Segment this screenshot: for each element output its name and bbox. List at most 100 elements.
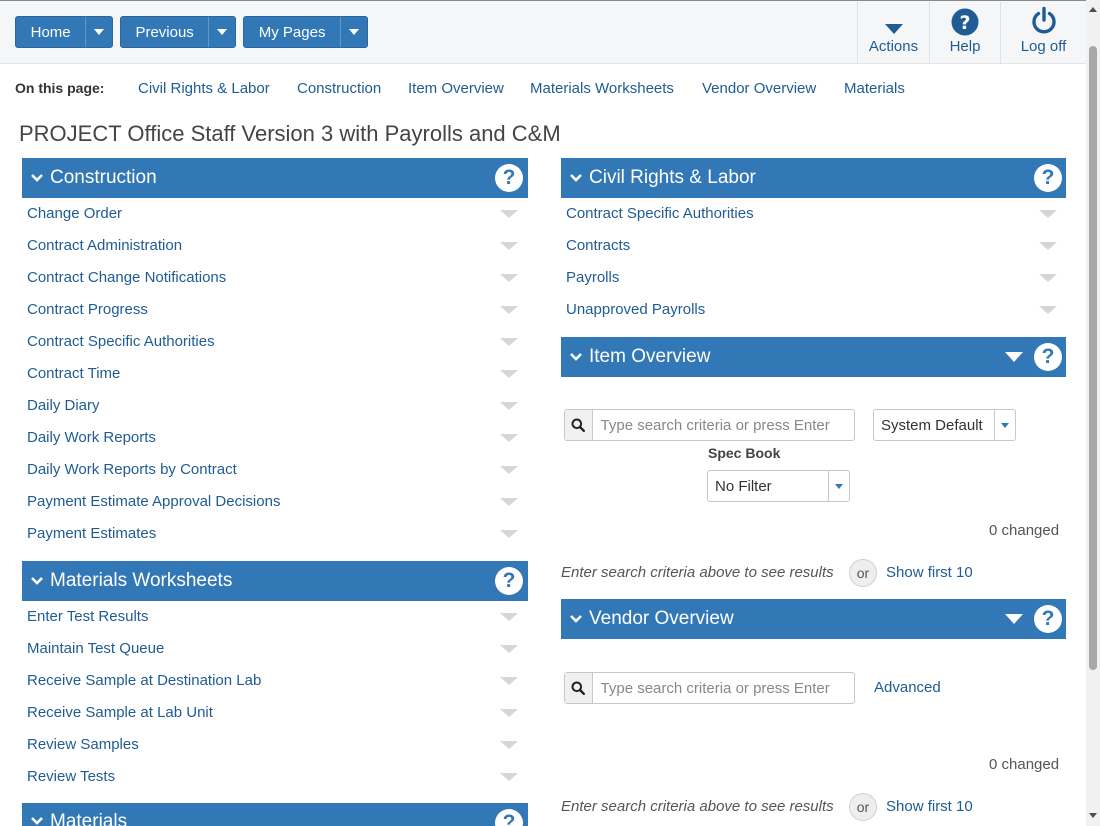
construction-item-contract-time[interactable]: Contract Time (27, 365, 120, 382)
construction-help-icon[interactable]: ? (495, 164, 523, 192)
construction-item-menu-icon[interactable] (500, 498, 518, 506)
previous-dropdown-caret-icon[interactable] (209, 17, 235, 47)
or-badge: or (849, 559, 877, 587)
construction-item-contract-administration[interactable]: Contract Administration (27, 237, 182, 254)
construction-panel-header[interactable]: Construction ? (22, 158, 528, 198)
materials-worksheets-item-enter-test-results[interactable]: Enter Test Results (27, 608, 148, 625)
materials-worksheets-item-receive-sample-at-lab-unit[interactable]: Receive Sample at Lab Unit (27, 704, 213, 721)
item-overview-panel-header[interactable]: Item Overview ? (561, 337, 1066, 377)
civil-rights-item-contract-specific-authorities[interactable]: Contract Specific Authorities (566, 205, 754, 222)
item-overview-help-icon[interactable]: ? (1034, 343, 1062, 371)
item-overview-show-first-link[interactable]: Show first 10 (886, 564, 973, 581)
materials-worksheets-item-menu-icon[interactable] (500, 741, 518, 749)
construction-item-menu-icon[interactable] (500, 242, 518, 250)
construction-item-menu-icon[interactable] (500, 530, 518, 538)
item-overview-view-select[interactable]: System Default (873, 409, 1016, 441)
construction-item-daily-diary[interactable]: Daily Diary (27, 397, 100, 414)
construction-item-menu-icon[interactable] (500, 306, 518, 314)
materials-worksheets-item-receive-sample-at-destination-lab[interactable]: Receive Sample at Destination Lab (27, 672, 261, 689)
construction-item-menu-icon[interactable] (500, 338, 518, 346)
anchor-vendor-overview[interactable]: Vendor Overview (702, 80, 816, 97)
item-overview-view-select-value: System Default (881, 416, 983, 434)
materials-worksheets-help-icon[interactable]: ? (495, 567, 523, 595)
vendor-overview-changed-count: 0 changed (989, 756, 1060, 773)
construction-item-daily-work-reports[interactable]: Daily Work Reports (27, 429, 156, 446)
chevron-down-icon[interactable] (24, 173, 50, 183)
civil-rights-panel-header[interactable]: Civil Rights & Labor ? (561, 158, 1066, 198)
help-button[interactable]: ? Help (929, 2, 1000, 64)
power-icon (1029, 2, 1059, 36)
materials-worksheets-item-maintain-test-queue[interactable]: Maintain Test Queue (27, 640, 164, 657)
search-icon[interactable] (565, 410, 593, 440)
civil-rights-item-contracts[interactable]: Contracts (566, 237, 630, 254)
materials-worksheets-item-menu-icon[interactable] (500, 709, 518, 717)
previous-button[interactable]: Previous (120, 16, 236, 48)
materials-worksheets-item-menu-icon[interactable] (500, 645, 518, 653)
chevron-down-icon[interactable] (563, 173, 589, 183)
my-pages-button-label: My Pages (258, 23, 326, 41)
vendor-overview-help-icon[interactable]: ? (1034, 605, 1062, 633)
construction-item-daily-work-reports-by-contract[interactable]: Daily Work Reports by Contract (27, 461, 237, 478)
home-button[interactable]: Home (15, 16, 113, 48)
civil-rights-item-menu-icon[interactable] (1039, 274, 1057, 282)
vendor-overview-menu-triangle-icon[interactable] (1005, 614, 1023, 624)
civil-rights-item-menu-icon[interactable] (1039, 306, 1057, 314)
scrollbar-thumb[interactable] (1089, 46, 1097, 670)
materials-worksheets-item-menu-icon[interactable] (500, 613, 518, 621)
civil-rights-item-menu-icon[interactable] (1039, 242, 1057, 250)
materials-panel-title: Materials (50, 811, 128, 826)
vendor-overview-panel-header[interactable]: Vendor Overview ? (561, 599, 1066, 639)
materials-panel-header[interactable]: Materials ? (22, 803, 528, 826)
item-overview-search-group (564, 409, 855, 441)
construction-item-menu-icon[interactable] (500, 466, 518, 474)
actions-button[interactable]: Actions (857, 2, 929, 64)
vendor-overview-advanced-link[interactable]: Advanced (874, 679, 941, 696)
vendor-overview-search-input[interactable] (592, 673, 854, 703)
my-pages-button[interactable]: My Pages (243, 16, 368, 48)
anchor-materials-worksheets[interactable]: Materials Worksheets (530, 80, 674, 97)
home-dropdown-caret-icon[interactable] (86, 17, 112, 47)
construction-item-payment-estimates[interactable]: Payment Estimates (27, 525, 156, 542)
civil-rights-help-icon[interactable]: ? (1034, 164, 1062, 192)
construction-item-menu-icon[interactable] (500, 434, 518, 442)
materials-help-icon[interactable]: ? (495, 809, 523, 826)
anchor-item-overview[interactable]: Item Overview (408, 80, 504, 97)
item-overview-menu-triangle-icon[interactable] (1005, 352, 1023, 362)
materials-worksheets-panel-header[interactable]: Materials Worksheets ? (22, 561, 528, 601)
help-circle-icon: ? (951, 2, 979, 36)
spec-book-select[interactable]: No Filter (707, 470, 850, 502)
construction-item-contract-progress[interactable]: Contract Progress (27, 301, 148, 318)
construction-item-menu-icon[interactable] (500, 370, 518, 378)
anchor-civil-rights-labor[interactable]: Civil Rights & Labor (138, 80, 270, 97)
construction-item-menu-icon[interactable] (500, 210, 518, 218)
construction-item-contract-specific-authorities[interactable]: Contract Specific Authorities (27, 333, 215, 350)
anchor-materials[interactable]: Materials (844, 80, 905, 97)
chevron-down-icon[interactable] (24, 816, 50, 826)
chevron-down-icon[interactable] (24, 576, 50, 586)
item-overview-search-input[interactable] (592, 410, 854, 440)
civil-rights-item-menu-icon[interactable] (1039, 210, 1057, 218)
construction-item-change-order[interactable]: Change Order (27, 205, 122, 222)
materials-worksheets-item-review-samples[interactable]: Review Samples (27, 736, 139, 753)
anchor-construction[interactable]: Construction (297, 80, 381, 97)
search-icon[interactable] (565, 673, 593, 703)
my-pages-dropdown-caret-icon[interactable] (341, 17, 367, 47)
chevron-down-icon[interactable] (563, 352, 589, 362)
civil-rights-item-unapproved-payrolls[interactable]: Unapproved Payrolls (566, 301, 705, 318)
construction-item-menu-icon[interactable] (500, 274, 518, 282)
vendor-overview-show-first-link[interactable]: Show first 10 (886, 798, 973, 815)
construction-item-menu-icon[interactable] (500, 402, 518, 410)
materials-worksheets-item-menu-icon[interactable] (500, 677, 518, 685)
scroll-up-arrow-icon[interactable] (1089, 7, 1097, 12)
construction-item-payment-estimate-approval-decisions[interactable]: Payment Estimate Approval Decisions (27, 493, 280, 510)
materials-worksheets-item-menu-icon[interactable] (500, 773, 518, 781)
scroll-down-arrow-icon[interactable] (1089, 813, 1097, 818)
item-overview-search-hint: Enter search criteria above to see resul… (561, 564, 834, 581)
log-off-button[interactable]: Log off (1000, 2, 1086, 64)
construction-item-contract-change-notifications[interactable]: Contract Change Notifications (27, 269, 226, 286)
materials-worksheets-item-review-tests[interactable]: Review Tests (27, 768, 115, 785)
top-toolbar: Home Previous My Pages Actions ? Help Lo… (0, 1, 1086, 64)
vertical-scrollbar[interactable] (1086, 0, 1100, 826)
civil-rights-item-payrolls[interactable]: Payrolls (566, 269, 619, 286)
chevron-down-icon[interactable] (563, 614, 589, 624)
